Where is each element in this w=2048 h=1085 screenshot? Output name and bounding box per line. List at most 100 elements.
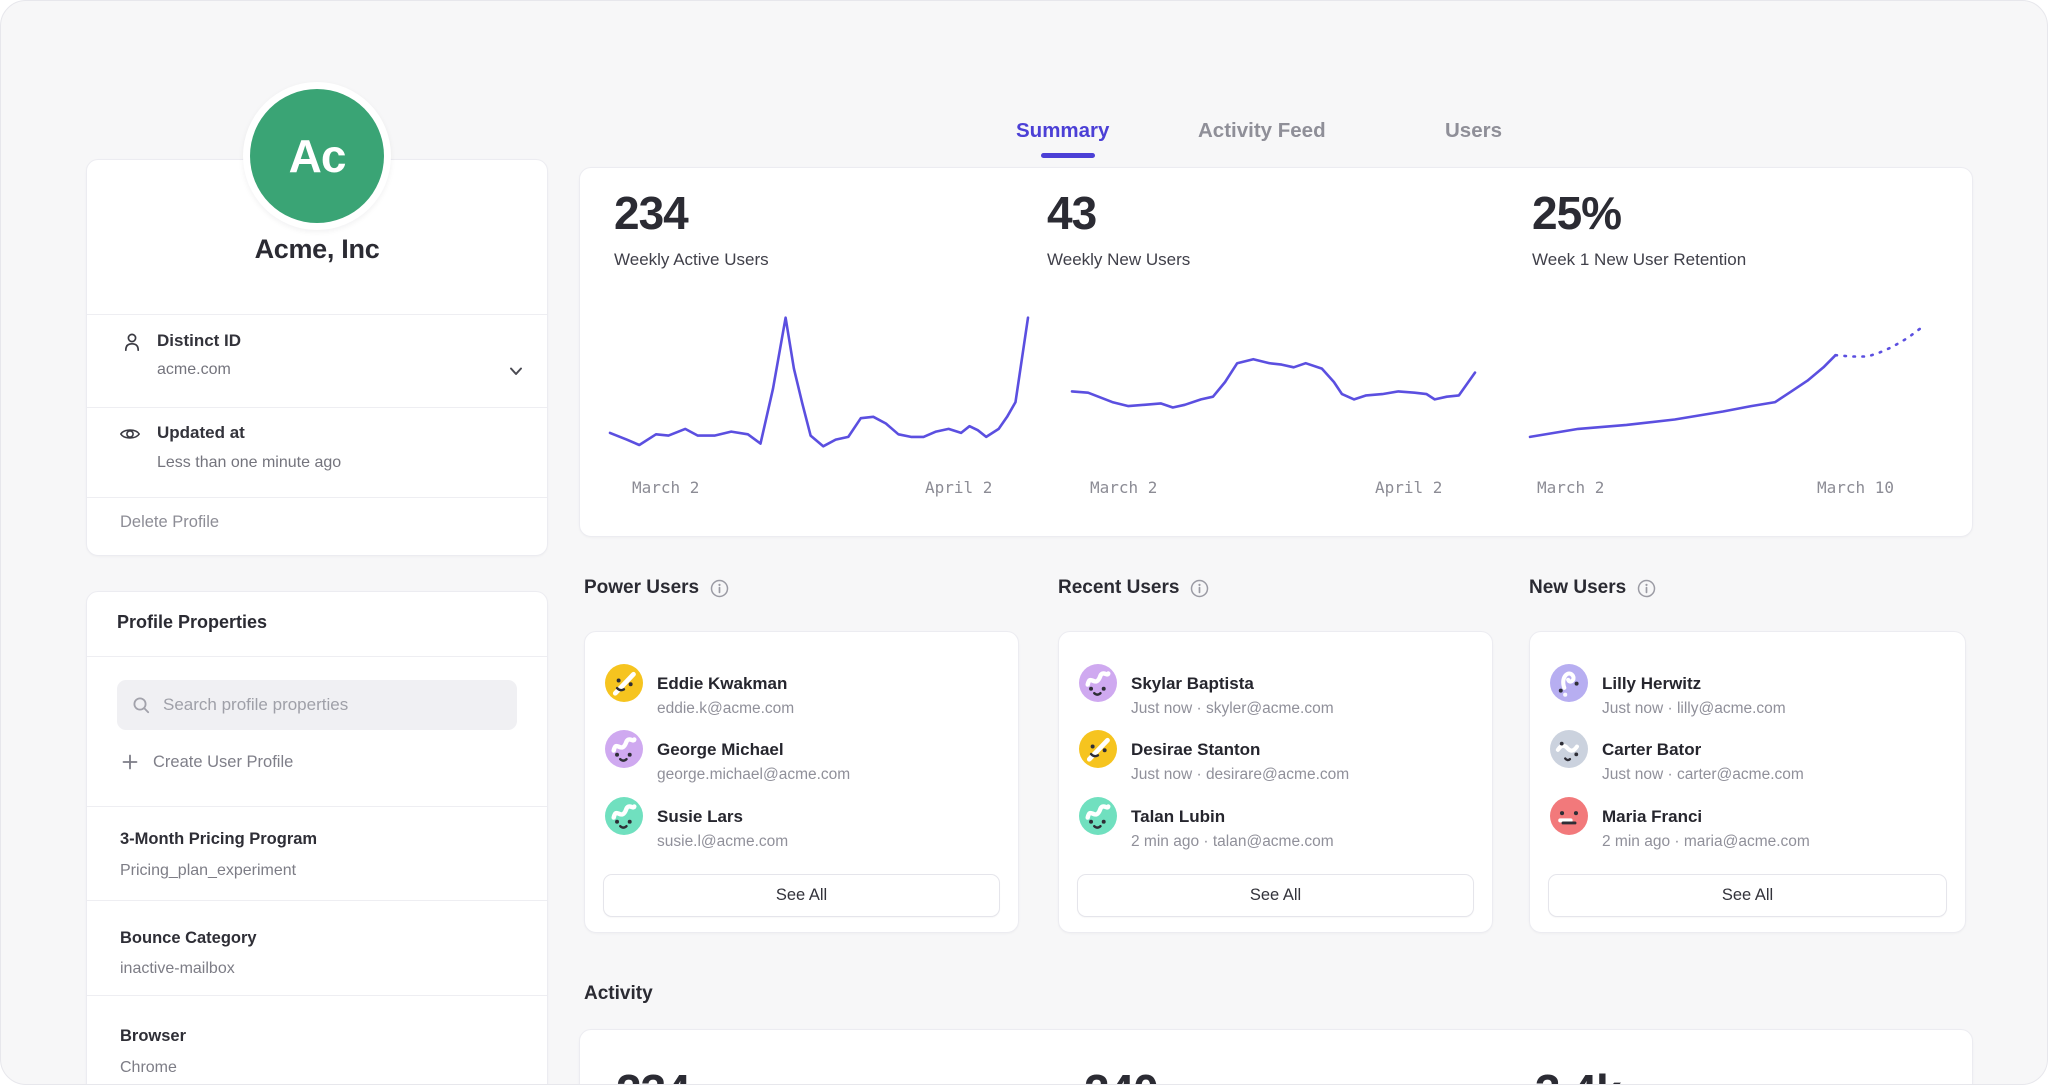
user-avatar xyxy=(605,797,643,835)
app-frame: Acme, Inc Distinct ID acme.com Updated a… xyxy=(0,0,2048,1085)
stat-retention-value: 25% xyxy=(1532,190,1621,236)
power-users-card: Eddie Kwakman eddie.k@acme.com George Mi… xyxy=(584,631,1019,933)
see-all-button[interactable]: See All xyxy=(1077,874,1474,917)
eye-icon xyxy=(118,422,142,446)
divider xyxy=(87,656,547,657)
property-name: 3-Month Pricing Program xyxy=(120,830,317,849)
divider xyxy=(87,806,547,807)
x-axis-label: April 2 xyxy=(1375,478,1442,497)
info-icon[interactable] xyxy=(1636,578,1657,599)
avatar-face-icon xyxy=(1550,797,1588,835)
user-name: Lilly Herwitz xyxy=(1602,674,1701,694)
stat-weekly-new-users-label: Weekly New Users xyxy=(1047,250,1190,270)
user-avatar xyxy=(1079,797,1117,835)
user-avatar xyxy=(1550,797,1588,835)
x-axis-label: March 2 xyxy=(632,478,699,497)
user-name: Maria Franci xyxy=(1602,807,1702,827)
activity-section-title: Activity xyxy=(584,983,653,1005)
summary-card: 234 Weekly Active Users March 2 April 2 … xyxy=(579,167,1973,537)
avatar-face-icon xyxy=(1079,664,1117,702)
user-name: Carter Bator xyxy=(1602,740,1701,760)
see-all-button[interactable]: See All xyxy=(1548,874,1947,917)
new-users-title: New Users xyxy=(1529,577,1626,599)
search-box xyxy=(117,680,517,730)
property-value: Chrome xyxy=(120,1059,177,1077)
profile-properties-card: Profile Properties Create User Profile 3… xyxy=(86,591,548,1085)
chevron-down-icon[interactable] xyxy=(505,360,527,382)
user-avatar xyxy=(605,730,643,768)
divider xyxy=(87,407,547,408)
delete-profile-button[interactable]: Delete Profile xyxy=(120,513,219,532)
x-axis-label: March 2 xyxy=(1090,478,1157,497)
tab-users[interactable]: Users xyxy=(1445,119,1502,143)
avatar-face-icon xyxy=(1079,797,1117,835)
user-detail: eddie.k@acme.com xyxy=(657,700,794,718)
weekly-new-users-chart xyxy=(1072,315,1475,449)
tab-activity-feed[interactable]: Activity Feed xyxy=(1198,119,1326,143)
tab-summary[interactable]: Summary xyxy=(1016,119,1109,143)
field-label: Updated at xyxy=(157,423,245,443)
user-name: Eddie Kwakman xyxy=(657,674,787,694)
recent-users-card: Skylar Baptista Just now · skyler@acme.c… xyxy=(1058,631,1493,933)
x-axis-label: April 2 xyxy=(925,478,992,497)
plus-icon xyxy=(120,752,140,772)
avatar-face-icon xyxy=(1550,664,1588,702)
activity-stat-value: 234 xyxy=(616,1068,690,1085)
avatar-face-icon xyxy=(605,797,643,835)
new-users-card: Lilly Herwitz Just now · lilly@acme.com … xyxy=(1529,631,1966,933)
user-name: George Michael xyxy=(657,740,784,760)
user-name: Talan Lubin xyxy=(1131,807,1225,827)
user-detail: 2 min ago · talan@acme.com xyxy=(1131,833,1334,851)
property-name: Browser xyxy=(120,1027,186,1046)
divider xyxy=(87,314,547,315)
retention-chart xyxy=(1530,315,1932,449)
property-name: Bounce Category xyxy=(120,929,257,948)
info-icon[interactable] xyxy=(1189,578,1210,599)
user-avatar xyxy=(1550,730,1588,768)
user-name: Desirae Stanton xyxy=(1131,740,1260,760)
stat-weekly-new-users-value: 43 xyxy=(1047,190,1096,236)
avatar-face-icon xyxy=(605,730,643,768)
tab-active-underline xyxy=(1041,153,1095,158)
user-detail: Just now · desirare@acme.com xyxy=(1131,766,1349,784)
property-value: Pricing_plan_experiment xyxy=(120,862,296,880)
user-avatar xyxy=(1550,664,1588,702)
user-avatar xyxy=(1079,664,1117,702)
field-value: acme.com xyxy=(157,361,231,379)
x-axis-label: March 2 xyxy=(1537,478,1604,497)
divider xyxy=(87,995,547,996)
create-user-profile-button[interactable]: Create User Profile xyxy=(120,752,293,772)
user-detail: Just now · carter@acme.com xyxy=(1602,766,1804,784)
activity-card: 234 240 3.4k xyxy=(579,1029,1973,1085)
field-value: Less than one minute ago xyxy=(157,454,341,472)
stat-retention-label: Week 1 New User Retention xyxy=(1532,250,1746,270)
profile-properties-title: Profile Properties xyxy=(117,612,267,633)
power-users-header: Power Users xyxy=(584,577,730,599)
avatar-face-icon xyxy=(1550,730,1588,768)
x-axis-label: March 10 xyxy=(1817,478,1894,497)
property-value: inactive-mailbox xyxy=(120,960,235,978)
activity-stat-value: 3.4k xyxy=(1535,1068,1621,1085)
create-user-profile-label: Create User Profile xyxy=(153,753,293,772)
divider xyxy=(87,497,547,498)
user-name: Skylar Baptista xyxy=(1131,674,1254,694)
avatar-face-icon xyxy=(1079,730,1117,768)
new-users-header: New Users xyxy=(1529,577,1657,599)
company-name: Acme, Inc xyxy=(87,234,547,265)
user-detail: susie.l@acme.com xyxy=(657,833,788,851)
user-detail: Just now · lilly@acme.com xyxy=(1602,700,1786,718)
see-all-button[interactable]: See All xyxy=(603,874,1000,917)
user-detail: Just now · skyler@acme.com xyxy=(1131,700,1334,718)
company-avatar: Ac xyxy=(243,82,391,230)
info-icon[interactable] xyxy=(709,578,730,599)
user-detail: george.michael@acme.com xyxy=(657,766,850,784)
field-label: Distinct ID xyxy=(157,331,241,351)
company-avatar-initials: Ac xyxy=(250,89,384,223)
user-avatar xyxy=(1079,730,1117,768)
stat-weekly-active-users-label: Weekly Active Users xyxy=(614,250,769,270)
power-users-title: Power Users xyxy=(584,577,699,599)
recent-users-title: Recent Users xyxy=(1058,577,1179,599)
user-avatar xyxy=(605,664,643,702)
search-input[interactable] xyxy=(161,694,503,716)
person-icon xyxy=(120,330,144,354)
